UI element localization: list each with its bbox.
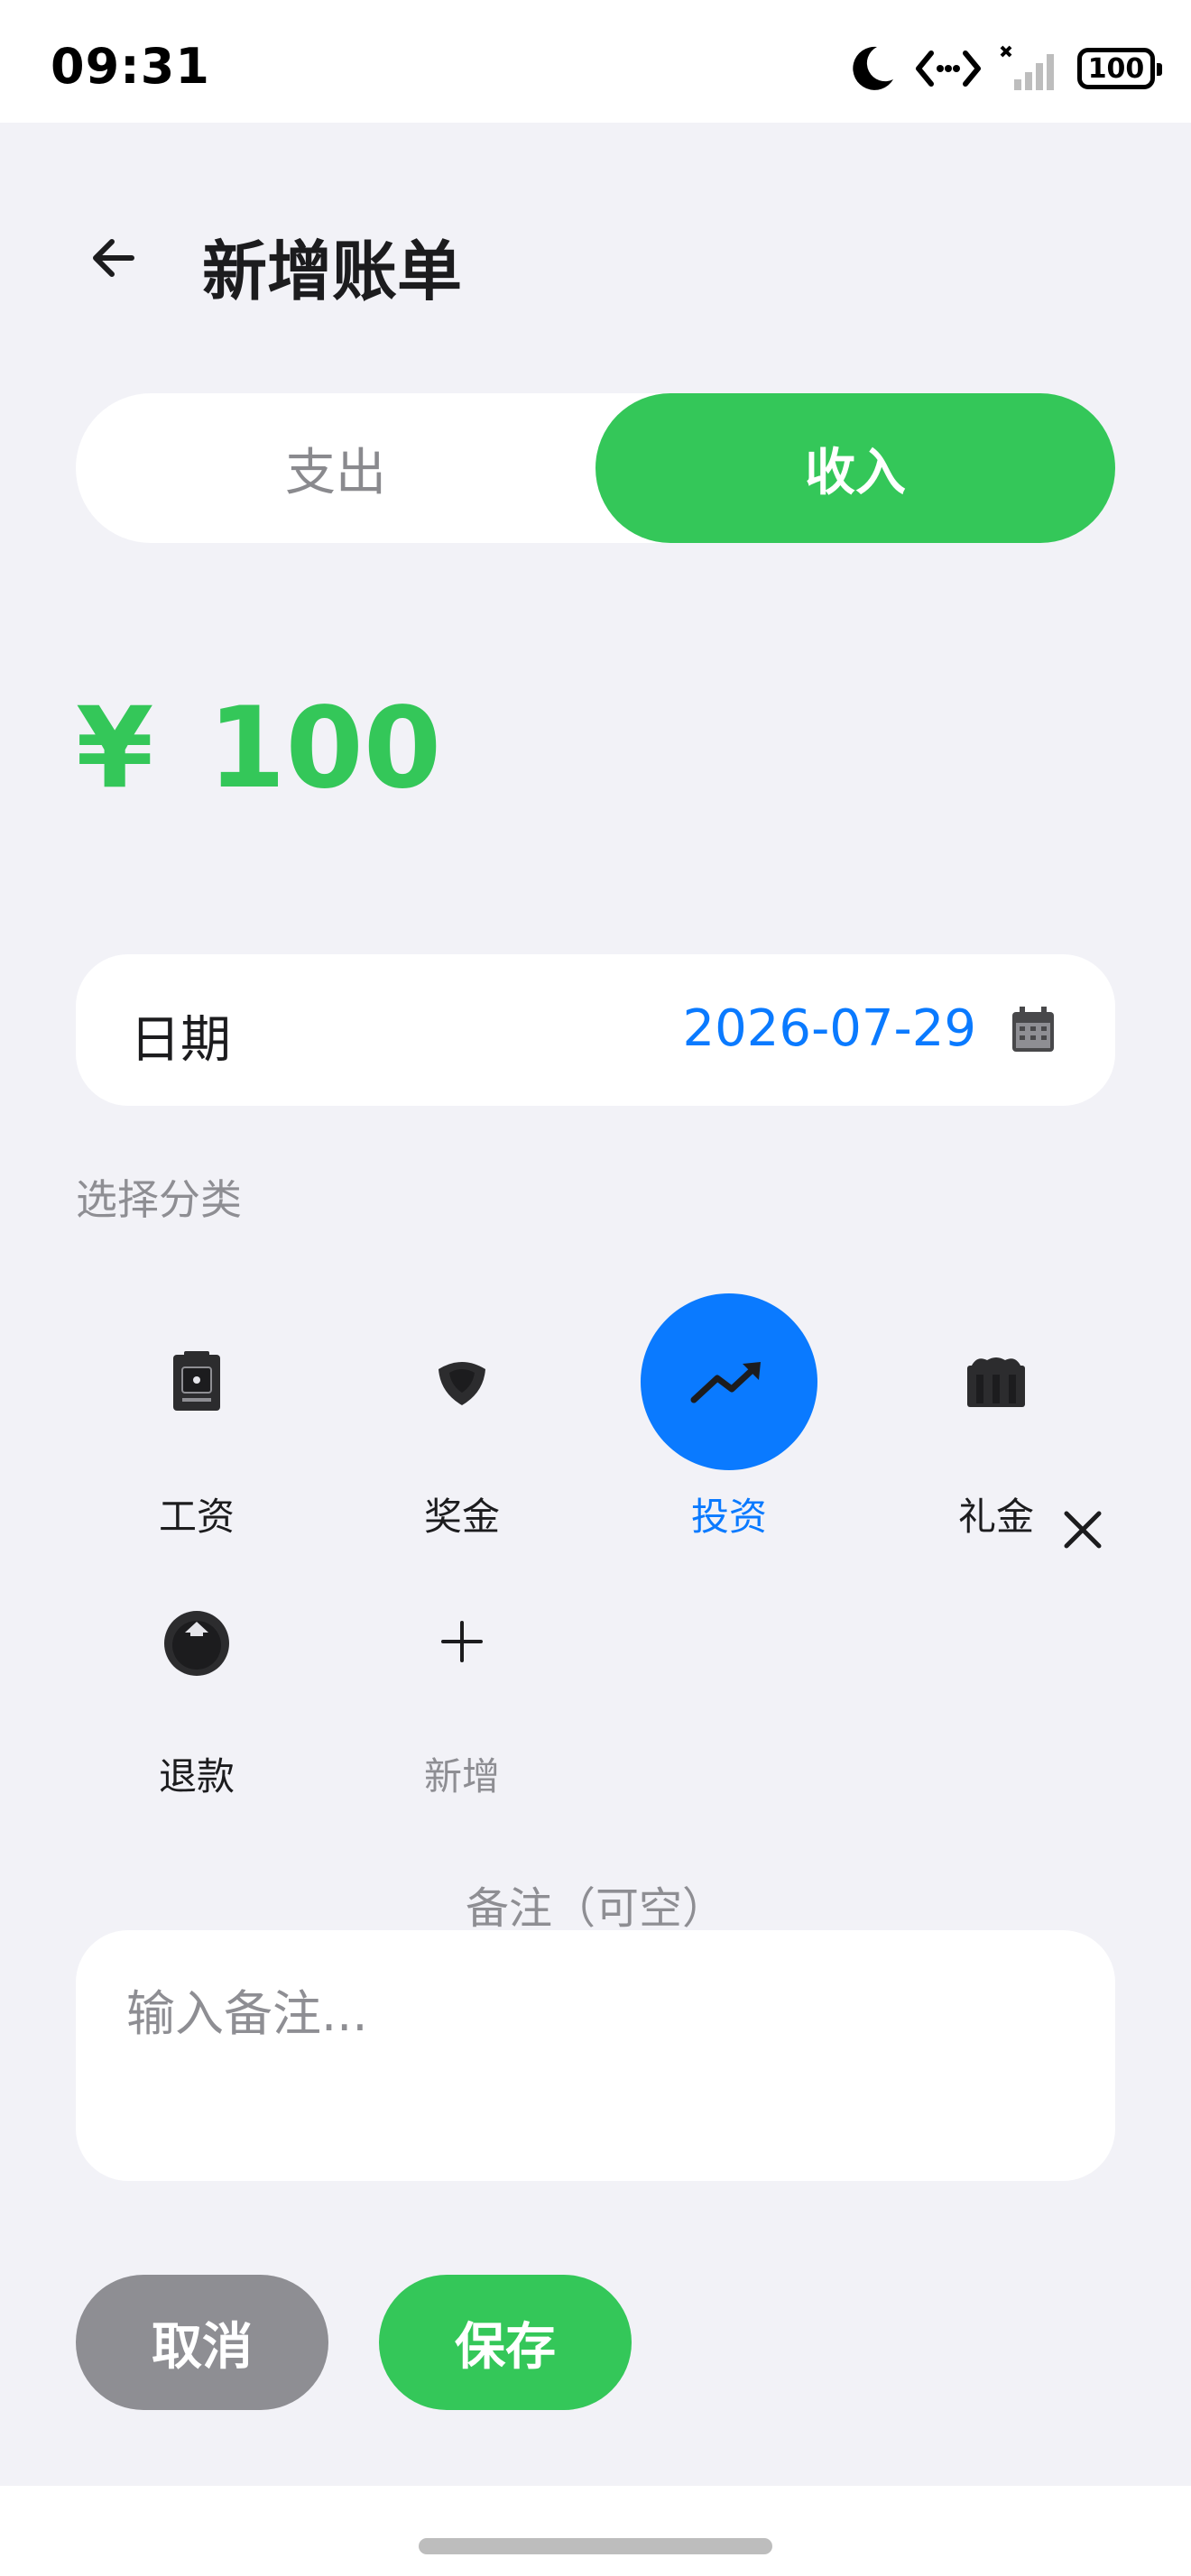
category-icon-wrap <box>374 1553 550 1730</box>
cancel-button[interactable]: 取消 <box>76 2275 328 2410</box>
amount-display[interactable]: ¥ 100 <box>76 684 442 814</box>
page-title: 新增账单 <box>202 234 463 309</box>
arrow-left-icon <box>93 239 134 277</box>
amount-value: 100 <box>208 684 442 814</box>
battery-level: 100 <box>1087 52 1145 85</box>
back-button[interactable] <box>79 224 148 292</box>
category-icon-wrap <box>374 1293 550 1470</box>
status-icons: 100 <box>850 40 1162 97</box>
date-label: 日期 <box>130 1011 231 1070</box>
date-value[interactable]: 2026-07-29 <box>683 999 976 1058</box>
plus-icon <box>441 1621 483 1662</box>
category-bonus[interactable]: 奖金 <box>354 1293 570 1564</box>
category-label: 新增 <box>423 1754 500 1799</box>
category-salary[interactable]: 工资 <box>88 1293 305 1564</box>
category-icon-wrap <box>108 1293 285 1470</box>
status-bar: 09:31 100 <box>0 0 1191 123</box>
category-icon-wrap <box>108 1553 285 1730</box>
refund-icon <box>164 1611 229 1676</box>
type-segmented-control: 支出 收入 <box>76 393 1115 543</box>
category-icon-wrap <box>908 1293 1085 1470</box>
trend-up-icon <box>690 1362 761 1403</box>
category-investment[interactable]: 投资 <box>621 1293 837 1564</box>
currency-symbol: ¥ <box>76 684 154 814</box>
tab-expense[interactable]: 支出 <box>76 393 596 543</box>
tab-income[interactable]: 收入 <box>596 393 1115 543</box>
category-section-title: 选择分类 <box>76 1175 242 1224</box>
note-input[interactable] <box>76 1930 1115 2181</box>
wallet-icon <box>173 1351 220 1411</box>
home-indicator[interactable] <box>419 2538 772 2554</box>
battery-icon: 100 <box>1077 48 1162 89</box>
status-time: 09:31 <box>51 38 210 95</box>
category-add[interactable]: 新增 <box>354 1553 570 1824</box>
category-refund[interactable]: 退款 <box>88 1553 305 1824</box>
save-button[interactable]: 保存 <box>379 2275 632 2410</box>
date-row[interactable]: 日期 2026-07-29 <box>76 954 1115 1106</box>
category-label: 礼金 <box>957 1495 1034 1539</box>
category-label: 投资 <box>690 1495 767 1539</box>
signal-icon <box>1000 45 1054 90</box>
category-label: 工资 <box>158 1495 235 1539</box>
gift-icon <box>967 1357 1025 1407</box>
category-label: 退款 <box>158 1754 235 1799</box>
bottom-bar <box>0 2486 1191 2576</box>
close-icon[interactable] <box>1057 1504 1108 1555</box>
category-icon-wrap <box>641 1293 817 1470</box>
category-label: 奖金 <box>423 1495 500 1539</box>
note-label: 备注（可空） <box>465 1883 725 1934</box>
moon-icon <box>853 46 893 90</box>
data-transfer-icon <box>916 51 981 87</box>
header: 新增账单 <box>0 198 1191 325</box>
badge-icon <box>439 1362 485 1405</box>
calendar-icon[interactable] <box>1011 1005 1056 1053</box>
